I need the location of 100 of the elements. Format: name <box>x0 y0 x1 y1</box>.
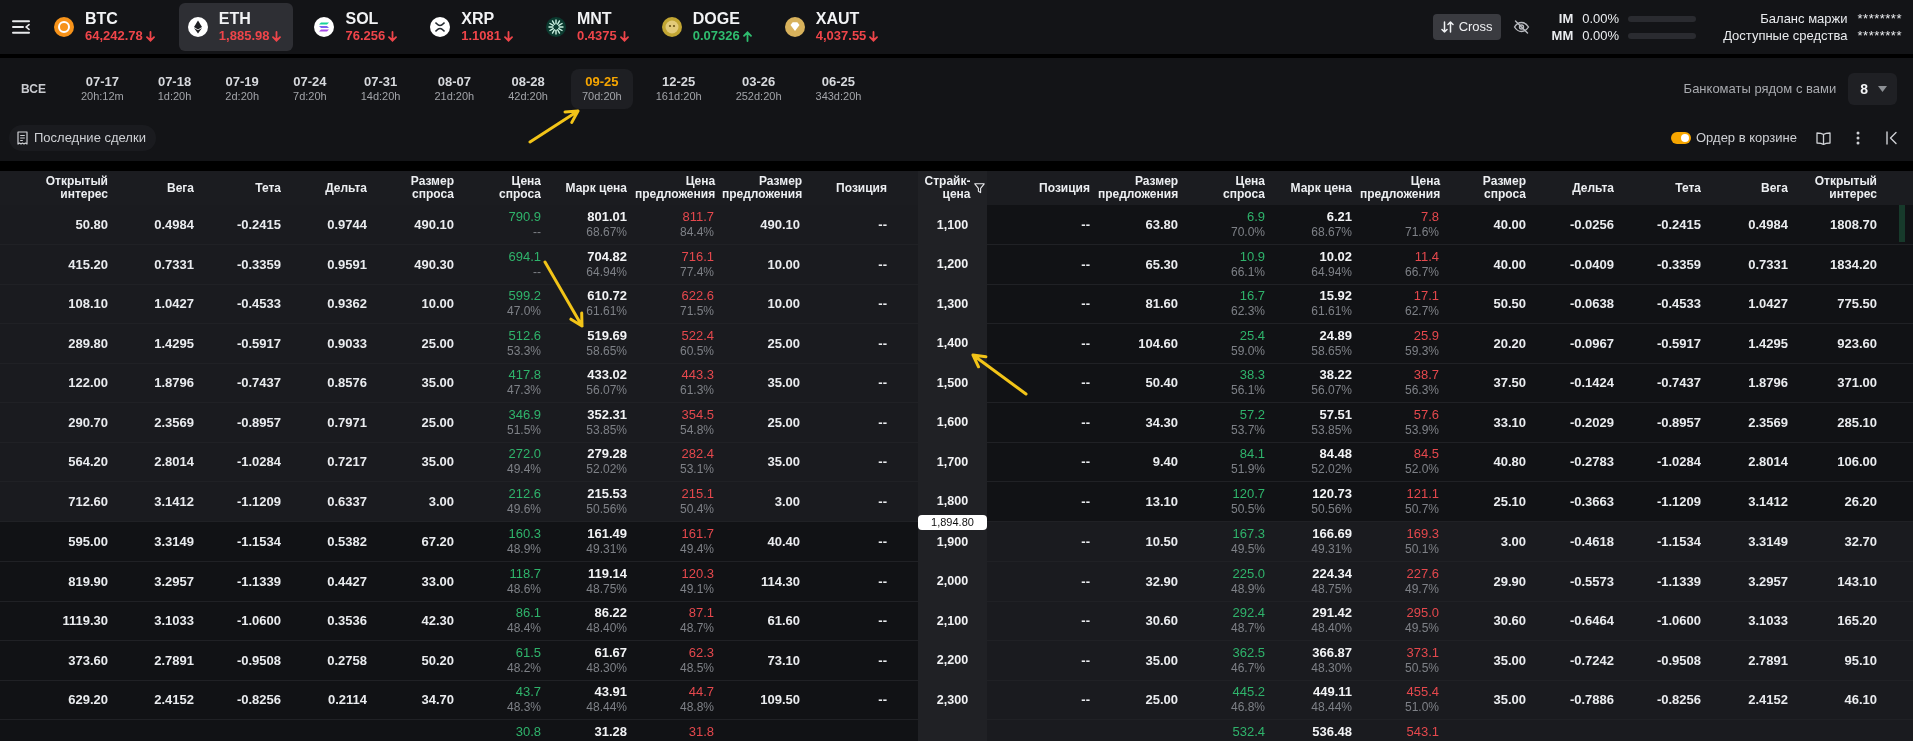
mark-iv-value: 61.61% <box>1311 304 1352 320</box>
ask-size-value: 61.60 <box>767 613 800 629</box>
theta-value: -0.8957 <box>1656 414 1701 431</box>
more-icon[interactable] <box>1856 131 1860 145</box>
delta-value: 0.5382 <box>327 533 367 550</box>
expiry-tab[interactable]: 07-18 1d:20h <box>146 69 203 109</box>
delta-value: 0.9591 <box>327 256 367 273</box>
bid-price: 225.0 <box>1232 565 1265 582</box>
book-icon[interactable] <box>1816 131 1831 145</box>
mark-price: 215.53 <box>587 485 627 502</box>
vega-value: 3.3149 <box>154 533 194 550</box>
collapse-icon[interactable] <box>1886 131 1897 145</box>
ask-price: 25.9 <box>1413 327 1439 344</box>
coin-tab[interactable]: XRP 1.1081 <box>421 3 525 51</box>
expiry-tab[interactable]: 07-31 14d:20h <box>349 69 412 109</box>
expiry-tab[interactable]: 12-25 161d:20h <box>644 69 713 109</box>
coin-tab[interactable]: BTC 64,242.78 <box>45 3 167 51</box>
bid-price: 38.3 <box>1239 367 1265 384</box>
bid-iv-value: 47.0% <box>506 304 541 320</box>
coin-tab[interactable]: MNT 0.4375 <box>537 3 641 51</box>
coin-tab[interactable]: XAUT 4,037.55 <box>775 3 891 51</box>
ask-price: 215.1 <box>681 485 714 502</box>
ask-iv-value: 49.1% <box>679 581 714 597</box>
ask-price: 120.3 <box>681 565 714 582</box>
order-toggle[interactable] <box>1671 132 1691 144</box>
coin-icon <box>54 17 74 37</box>
toggle-label: Ордер в корзине <box>1696 129 1797 148</box>
delta-value: -0.0409 <box>1569 256 1614 273</box>
bid-size-value: 25.00 <box>421 335 454 352</box>
margin-mode-button[interactable]: Cross <box>1432 14 1501 40</box>
bid-price: 790.9 <box>508 209 541 225</box>
expiry-tab[interactable]: 09-25 70d:20h <box>570 69 633 109</box>
filter-icon[interactable] <box>973 182 985 194</box>
position-value: -- <box>1081 573 1090 590</box>
coin-tab[interactable]: ETH 1,885.98 <box>178 3 294 51</box>
ask-iv-value: 50.7% <box>1404 501 1439 517</box>
bid-price: 43.7 <box>515 684 541 701</box>
expiry-tab[interactable]: 07-17 20h:12m <box>69 69 135 109</box>
theta-value: -1.1209 <box>1656 493 1701 510</box>
ask-iv-value: 48.7% <box>679 621 714 637</box>
scrollbar-thumb[interactable] <box>1899 205 1905 242</box>
expiry-tab[interactable]: 08-07 21d:20h <box>423 69 486 109</box>
ask-price: 11.4 <box>1414 248 1439 265</box>
vega-value: 0.4984 <box>154 216 194 233</box>
eye-slash-icon[interactable] <box>1512 20 1530 34</box>
open-interest-value: 819.90 <box>68 573 108 590</box>
expiry-tab[interactable]: 07-24 7d:20h <box>282 69 338 109</box>
count-select[interactable]: 8 <box>1848 73 1897 105</box>
mark-price: 43.91 <box>594 684 627 701</box>
strike-price: 1,600 <box>936 415 969 430</box>
ask-size-value: 50.40 <box>1145 375 1178 391</box>
strike-price: 2,100 <box>936 613 969 628</box>
column-header: Позиция <box>1039 181 1090 195</box>
coin-tab[interactable]: DOGE 0.07326 <box>652 3 764 51</box>
menu-icon[interactable] <box>12 20 30 34</box>
expiry-tab[interactable]: 07-19 2d:20h <box>214 69 270 109</box>
bid-iv-value: 46.7% <box>1230 660 1265 676</box>
mark-price: 57.51 <box>1319 406 1352 423</box>
bid-size-value: 67.20 <box>421 533 454 550</box>
caret-icon <box>1878 86 1887 92</box>
bid-iv-value: 62.3% <box>1230 304 1265 320</box>
open-interest-value: 289.80 <box>68 335 108 352</box>
ask-price: 295.0 <box>1406 605 1439 622</box>
margin-label: MM <box>1551 28 1574 43</box>
ask-size-value: 30.60 <box>1145 613 1178 629</box>
position-value: -- <box>878 216 887 233</box>
expiry-tab[interactable]: 06-25 343d:20h <box>804 69 873 109</box>
ask-size-value: 25.00 <box>767 335 800 352</box>
mark-iv-value: 68.67% <box>586 225 627 240</box>
all-tab[interactable]: ВСЕ <box>9 69 58 109</box>
position-value: -- <box>1081 414 1090 431</box>
ask-size-value: 9.40 <box>1152 454 1178 470</box>
theta-value: -0.7437 <box>236 375 281 391</box>
delta-value: 0.6337 <box>327 493 367 510</box>
expiry-tab[interactable]: 03-26 252d:20h <box>724 69 793 109</box>
position-value: -- <box>1081 652 1090 669</box>
delta-value: -0.0256 <box>1569 216 1614 233</box>
coin-tab[interactable]: SOL 76.256 <box>305 3 410 51</box>
position-value: -- <box>878 652 887 669</box>
column-header: Цена спроса <box>1223 175 1265 201</box>
ask-iv-value: 49.4% <box>679 542 714 557</box>
ask-iv-value: 77.4% <box>679 264 714 280</box>
bid-price: 694.1 <box>508 248 541 265</box>
recent-trades-button[interactable]: Последние сделки <box>9 125 156 151</box>
column-header: Тета <box>1675 181 1701 195</box>
theta-value: -0.8256 <box>1656 692 1701 708</box>
bid-size-value: 50.50 <box>1493 296 1526 312</box>
mark-iv-value: 53.85% <box>1311 422 1352 438</box>
open-interest-value: 564.20 <box>68 454 108 470</box>
column-header: Страйк-цена <box>923 175 971 201</box>
bid-price: 86.1 <box>515 605 541 622</box>
swap-icon <box>1440 20 1454 34</box>
bid-size-value: 29.90 <box>1493 573 1526 590</box>
mark-iv-value: 48.44% <box>1311 700 1352 716</box>
position-value: -- <box>878 533 887 550</box>
theta-value: -1.1534 <box>236 533 281 550</box>
mark-iv-value: 52.02% <box>586 462 627 478</box>
open-interest-value: 46.10 <box>1844 692 1877 708</box>
expiry-tab[interactable]: 08-28 42d:20h <box>497 69 559 109</box>
mark-iv-value: 64.94% <box>586 264 627 280</box>
